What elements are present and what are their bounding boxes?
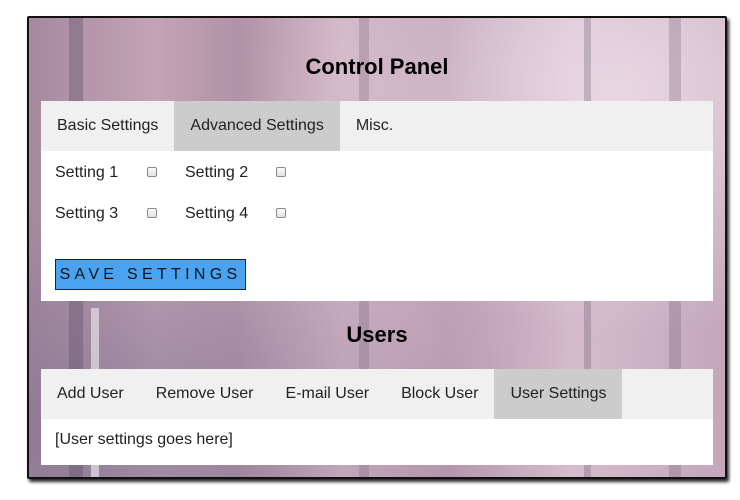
tab-basic-settings[interactable]: Basic Settings bbox=[41, 101, 174, 151]
tab-block-user[interactable]: Block User bbox=[385, 369, 494, 419]
setting-3-label: Setting 3 bbox=[55, 205, 119, 222]
setting-4-checkbox[interactable] bbox=[276, 208, 286, 218]
users-content: [User settings goes here] bbox=[41, 419, 713, 465]
tab-user-settings[interactable]: User Settings bbox=[494, 369, 623, 419]
control-panel-title: Control Panel bbox=[305, 54, 449, 79]
tab-add-user[interactable]: Add User bbox=[41, 369, 140, 419]
users-title: Users bbox=[346, 322, 408, 347]
control-panel-window: Control Panel Basic Settings Advanced Se… bbox=[27, 16, 727, 479]
setting-1-label: Setting 1 bbox=[55, 164, 119, 181]
settings-content: Setting 1 Setting 2 Setting 3 Setting 4 … bbox=[41, 151, 713, 301]
save-settings-button[interactable]: SAVE SETTINGS bbox=[55, 259, 246, 290]
setting-4-label: Setting 4 bbox=[185, 205, 249, 222]
setting-2-checkbox[interactable] bbox=[276, 167, 286, 177]
setting-3-checkbox[interactable] bbox=[147, 208, 157, 218]
tab-email-user[interactable]: E-mail User bbox=[270, 369, 386, 419]
setting-1-checkbox[interactable] bbox=[147, 167, 157, 177]
tab-remove-user[interactable]: Remove User bbox=[140, 369, 270, 419]
settings-tab-bar: Basic Settings Advanced Settings Misc. bbox=[41, 101, 713, 151]
tab-advanced-settings[interactable]: Advanced Settings bbox=[174, 101, 340, 151]
setting-2-label: Setting 2 bbox=[185, 164, 249, 181]
user-settings-placeholder-text: [User settings goes here] bbox=[55, 431, 233, 448]
users-tab-bar: Add User Remove User E-mail User Block U… bbox=[41, 369, 713, 419]
tab-misc[interactable]: Misc. bbox=[340, 101, 409, 151]
